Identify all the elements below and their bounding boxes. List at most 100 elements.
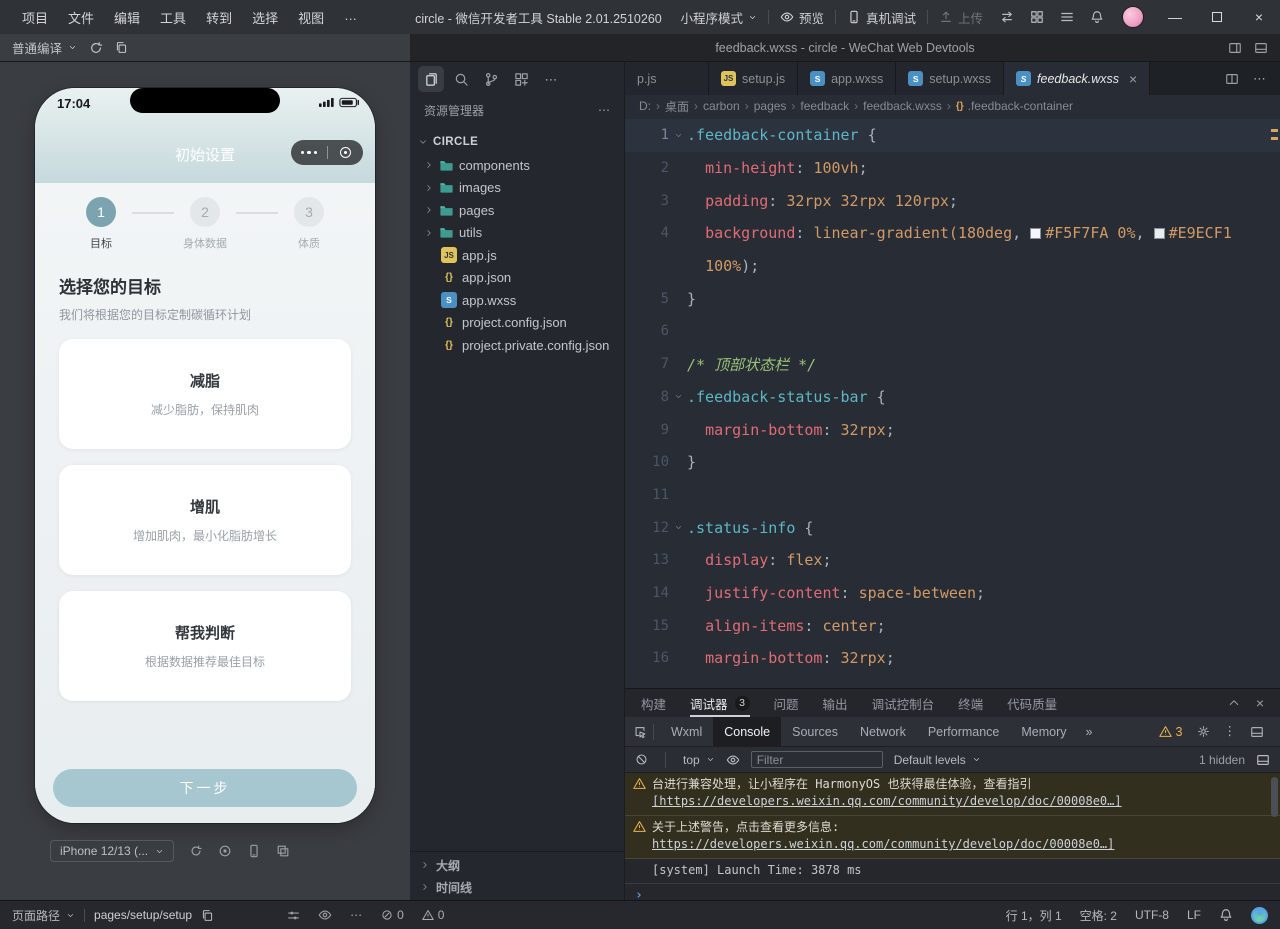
explorer-icon[interactable] — [418, 66, 444, 92]
encoding-setting[interactable]: UTF-8 — [1135, 908, 1169, 922]
editor-tab[interactable]: p.js — [625, 62, 709, 95]
console-filter-input[interactable] — [751, 751, 883, 768]
remote-debug-button[interactable]: 真机调试 — [838, 8, 925, 27]
devtools-tab[interactable]: Console — [713, 717, 781, 746]
error-count[interactable]: 0 — [381, 908, 404, 922]
copy-path-icon[interactable] — [201, 909, 214, 922]
panel-close-icon[interactable]: × — [1256, 695, 1264, 711]
breadcrumb-item[interactable]: feedback — [800, 99, 849, 113]
compiler-icon[interactable] — [992, 10, 1022, 24]
split-editor-icon[interactable] — [1225, 72, 1239, 86]
panel-collapse-icon[interactable] — [1228, 697, 1240, 709]
clear-console-icon[interactable] — [635, 753, 648, 766]
avatar[interactable] — [1122, 6, 1144, 28]
panel-tab[interactable]: 终端 — [958, 689, 983, 717]
panel-tab[interactable]: 输出 — [823, 689, 848, 717]
console-link[interactable]: [https://developers.weixin.qq.com/commun… — [652, 794, 1122, 808]
breadcrumb-item[interactable]: pages — [754, 99, 787, 113]
console-link[interactable]: https://developers.weixin.qq.com/communi… — [652, 837, 1114, 851]
statusbar-bell-icon[interactable] — [1219, 908, 1233, 922]
breadcrumb-item[interactable]: {}.feedback-container — [956, 99, 1073, 113]
tree-item[interactable]: images — [410, 177, 624, 200]
rotate-device-icon[interactable] — [189, 844, 203, 858]
devtools-overflow-icon[interactable]: » — [1078, 725, 1101, 739]
extensions-icon[interactable] — [508, 66, 534, 92]
log-levels-select[interactable]: Default levels — [894, 753, 981, 767]
capsule-close-button[interactable] — [328, 147, 364, 158]
breadcrumb-item[interactable]: D: — [639, 99, 651, 113]
close-button[interactable]: × — [1238, 0, 1280, 34]
mini-program-mode-button[interactable]: 小程序模式 — [671, 8, 766, 27]
panel-tab[interactable]: 构建 — [641, 689, 666, 717]
menu-item[interactable]: 选择 — [242, 8, 288, 27]
eol-setting[interactable]: LF — [1187, 908, 1201, 922]
scrollbar-thumb[interactable] — [1271, 777, 1278, 817]
capsule-more-button[interactable] — [291, 151, 327, 155]
more-actions-icon[interactable]: ⋯ — [598, 104, 610, 116]
panel-tab[interactable]: 调试控制台 — [872, 689, 935, 717]
menu-item[interactable]: 视图 — [288, 8, 334, 27]
preview-button[interactable]: 预览 — [771, 8, 833, 27]
cursor-position[interactable]: 行 1，列 1 — [1006, 907, 1062, 924]
screenshot-icon[interactable] — [218, 844, 232, 858]
code-editor[interactable]: 1.feedback-container {2 min-height: 100v… — [625, 117, 1280, 688]
goal-card[interactable]: 增肌增加肌肉，最小化脂肪增长 — [59, 465, 351, 575]
next-step-button[interactable]: 下一步 — [53, 769, 357, 807]
editor-tab[interactable]: Sapp.wxss — [798, 62, 896, 95]
plugin-badge-icon[interactable] — [1251, 907, 1268, 924]
explorer-section[interactable]: 大纲 — [410, 854, 624, 876]
device-selector[interactable]: iPhone 12/13 (... — [50, 840, 174, 862]
devtools-settings-icon[interactable] — [1197, 725, 1210, 738]
fold-chevron-icon[interactable] — [669, 131, 687, 140]
more-icon[interactable]: ⋯ — [538, 66, 564, 92]
close-icon[interactable]: × — [1129, 71, 1137, 87]
device-frame-icon[interactable] — [247, 844, 261, 858]
maximize-button[interactable] — [1196, 0, 1238, 34]
panel-tab[interactable]: 问题 — [774, 689, 799, 717]
devtools-menu-icon[interactable]: ⋮ — [1224, 725, 1237, 738]
tree-item[interactable]: Sapp.wxss — [410, 289, 624, 312]
menu-item[interactable]: 文件 — [58, 8, 104, 27]
tune-icon[interactable] — [287, 909, 300, 922]
menu-item[interactable]: 项目 — [12, 8, 58, 27]
menu-item[interactable]: … — [334, 8, 367, 27]
statusbar-more-icon[interactable]: ⋯ — [350, 909, 362, 921]
breadcrumb-item[interactable]: 桌面 — [665, 98, 689, 115]
inspect-element-icon[interactable] — [633, 725, 647, 739]
tree-item[interactable]: utils — [410, 222, 624, 245]
search-icon[interactable] — [448, 66, 474, 92]
devtools-tab[interactable]: Performance — [917, 717, 1011, 746]
tree-item[interactable]: JSapp.js — [410, 244, 624, 267]
goal-card[interactable]: 帮我判断根据数据推荐最佳目标 — [59, 591, 351, 701]
menu-item[interactable]: 工具 — [150, 8, 196, 27]
console-settings-icon[interactable] — [1256, 753, 1270, 767]
tree-item[interactable]: pages — [410, 199, 624, 222]
console-warning-count[interactable]: 3 — [1159, 725, 1183, 739]
tree-item[interactable]: {}project.config.json — [410, 312, 624, 335]
tree-item[interactable]: components — [410, 154, 624, 177]
minimize-button[interactable]: — — [1154, 0, 1196, 34]
layout-sidebar-icon[interactable] — [1228, 41, 1242, 55]
devtools-tab[interactable]: Memory — [1010, 717, 1077, 746]
editor-tab[interactable]: Ssetup.wxss — [896, 62, 1004, 95]
layout-panel-icon[interactable] — [1254, 41, 1268, 55]
indentation-setting[interactable]: 空格: 2 — [1080, 907, 1117, 924]
console-prompt[interactable]: › — [625, 884, 1280, 900]
clear-cache-icon[interactable] — [115, 41, 128, 54]
menu-item[interactable]: 转到 — [196, 8, 242, 27]
source-control-icon[interactable] — [478, 66, 504, 92]
devtools-tab[interactable]: Wxml — [660, 717, 713, 746]
live-expression-icon[interactable] — [726, 753, 740, 767]
context-selector[interactable]: top — [683, 753, 715, 767]
menu-icon[interactable] — [1052, 10, 1082, 24]
devtools-tab[interactable]: Network — [849, 717, 917, 746]
tree-item[interactable]: CIRCLE — [410, 130, 624, 154]
editor-tab[interactable]: Sfeedback.wxss× — [1004, 62, 1150, 95]
breadcrumb-item[interactable]: feedback.wxss — [863, 99, 942, 113]
multi-window-icon[interactable] — [276, 844, 290, 858]
fold-chevron-icon[interactable] — [669, 523, 687, 532]
panel-tab[interactable]: 代码质量 — [1007, 689, 1057, 717]
tree-item[interactable]: {}app.json — [410, 267, 624, 290]
notifications-icon[interactable] — [1082, 10, 1112, 24]
compile-mode-select[interactable]: 普通编译 — [12, 38, 77, 57]
